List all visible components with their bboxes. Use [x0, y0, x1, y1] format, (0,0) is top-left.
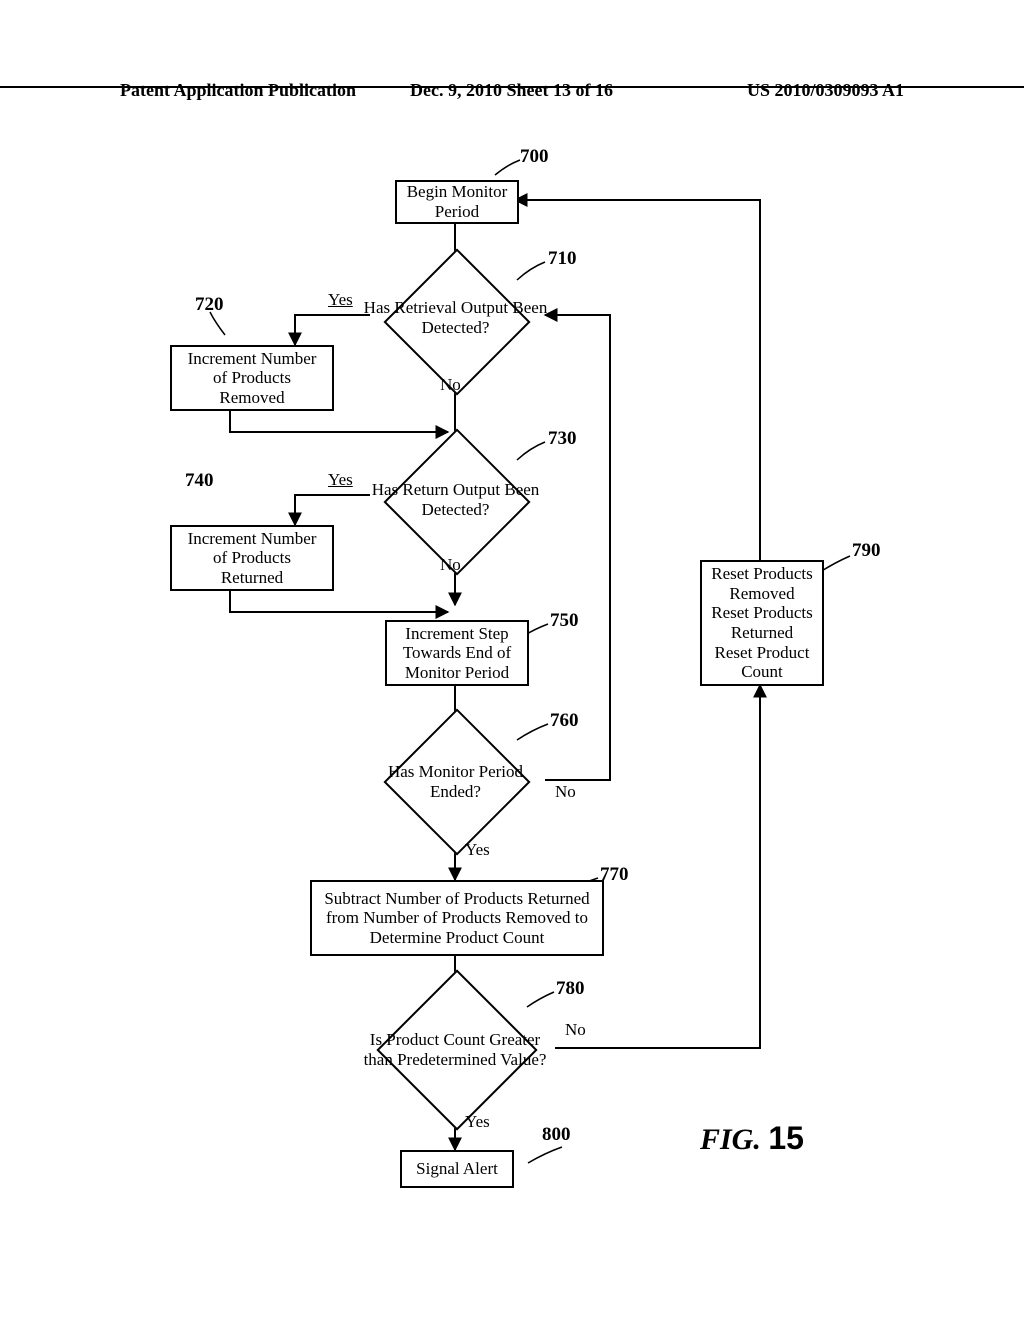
ref-700: 700: [520, 146, 549, 168]
figure-label: FIG. 15: [700, 1120, 804, 1157]
edge-yes: Yes: [328, 470, 353, 490]
header-left: Patent Application Publication: [120, 80, 356, 101]
ref-780: 780: [556, 978, 585, 1000]
node-label: Increment Number of Products Removed: [188, 349, 317, 408]
node-label: Signal Alert: [416, 1159, 498, 1179]
figure-prefix: FIG.: [700, 1123, 768, 1156]
ref-790: 790: [852, 540, 881, 562]
header-right: US 2010/0309093 A1: [747, 80, 904, 101]
node-increment-step: Increment Step Towards End of Monitor Pe…: [385, 620, 529, 686]
page: Patent Application Publication Dec. 9, 2…: [0, 0, 1024, 1320]
ref-800: 800: [542, 1124, 571, 1146]
figure-number: 15: [768, 1120, 804, 1156]
node-signal-alert: Signal Alert: [400, 1150, 514, 1188]
page-header: Patent Application Publication Dec. 9, 2…: [0, 80, 1024, 88]
header-center: Dec. 9, 2010 Sheet 13 of 16: [410, 80, 613, 101]
node-begin-monitor: Begin Monitor Period: [395, 180, 519, 224]
ref-770: 770: [600, 864, 629, 886]
node-label: Subtract Number of Products Returned fro…: [324, 889, 589, 948]
edge-no: No: [555, 782, 576, 802]
node-increment-returned: Increment Number of Products Returned: [170, 525, 334, 591]
node-compute-count: Subtract Number of Products Returned fro…: [310, 880, 604, 956]
ref-740: 740: [185, 470, 214, 492]
edge-no: No: [440, 555, 461, 575]
edge-yes: Yes: [465, 840, 490, 860]
ref-760: 760: [550, 710, 579, 732]
edge-no: No: [440, 375, 461, 395]
ref-710: 710: [548, 248, 577, 270]
ref-730: 730: [548, 428, 577, 450]
edge-yes: Yes: [465, 1112, 490, 1132]
node-increment-removed: Increment Number of Products Removed: [170, 345, 334, 411]
edge-yes: Yes: [328, 290, 353, 310]
node-label: Increment Step Towards End of Monitor Pe…: [403, 624, 511, 683]
node-label: Begin Monitor Period: [407, 182, 508, 221]
node-label: Increment Number of Products Returned: [188, 529, 317, 588]
node-reset: Reset Products Removed Reset Products Re…: [700, 560, 824, 686]
ref-720: 720: [195, 294, 224, 316]
flowchart: Begin Monitor Period 700 Has Retrieval O…: [0, 140, 1024, 1320]
ref-750: 750: [550, 610, 579, 632]
edge-no: No: [565, 1020, 586, 1040]
node-label: Reset Products Removed Reset Products Re…: [711, 564, 813, 681]
